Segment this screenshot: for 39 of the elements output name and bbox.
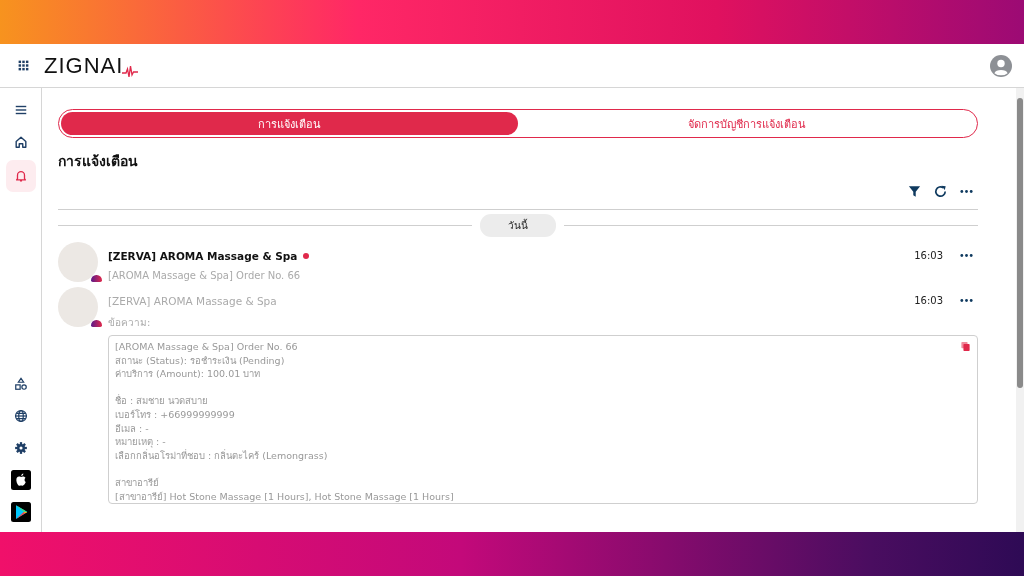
refresh-icon[interactable] bbox=[933, 184, 948, 199]
message-line: เบอร์โทร : +66999999999 bbox=[115, 407, 235, 422]
copy-icon[interactable] bbox=[960, 341, 971, 352]
settings-icon[interactable] bbox=[13, 441, 28, 455]
logo: ZIGNAI bbox=[44, 54, 124, 77]
user-avatar-icon[interactable] bbox=[990, 54, 1012, 77]
notification-time: 16:03 bbox=[914, 250, 943, 261]
message-line: [สาขาอารีย์] Hot Stone Massage [1 Hours], Hot Stone Massage [1 Hours] bbox=[115, 489, 454, 504]
apps-icon[interactable] bbox=[17, 59, 30, 72]
message-line: เลือกกลิ่นอโรม่าที่ชอบ : กลิ่นตะไคร้ (Lemongrass) bbox=[115, 448, 328, 463]
date-label: วันนี้ bbox=[480, 214, 556, 237]
tab[interactable]: จัดการบัญชีการแจ้งเตือน bbox=[518, 112, 975, 135]
filter-icon[interactable] bbox=[907, 184, 922, 199]
apple-icon[interactable] bbox=[10, 470, 31, 490]
app-badge-icon bbox=[91, 320, 102, 327]
scrollbar[interactable] bbox=[1016, 88, 1024, 532]
shapes-icon[interactable] bbox=[13, 377, 28, 391]
page-title: การแจ้งเตือน bbox=[58, 152, 139, 171]
notification-title: [ZERVA] AROMA Massage & Spa bbox=[108, 294, 277, 307]
bell-icon bbox=[13, 169, 28, 183]
notification-preview: [AROMA Massage & Spa] Order No. 66 bbox=[108, 270, 302, 281]
play-store-icon[interactable] bbox=[10, 502, 31, 522]
home-icon bbox=[13, 135, 28, 149]
message-line: หมายเหตุ : - bbox=[115, 435, 166, 449]
notification-row[interactable]: [ZERVA] AROMA Massage & Spa 16:03 [AROMA Massage & Spa] Order No. 66 bbox=[58, 242, 978, 282]
notification-title: [ZERVA] AROMA Massage & Spa bbox=[108, 249, 298, 262]
message-line: ชื่อ : สมชาย นวดสบาย bbox=[115, 394, 209, 408]
message-line: อีเมล : - bbox=[115, 421, 149, 436]
app-badge-icon bbox=[91, 275, 102, 282]
message-line: สาขาอารีย์ bbox=[115, 475, 159, 490]
message-label: ข้อความ: bbox=[108, 316, 152, 330]
unread-dot bbox=[303, 252, 310, 259]
notification-time: 16:03 bbox=[914, 295, 943, 306]
tab[interactable]: การแจ้งเตือน bbox=[61, 112, 518, 135]
globe-icon[interactable] bbox=[13, 409, 28, 423]
message-line: ค่าบริการ (Amount): 100.01 บาท bbox=[115, 367, 261, 381]
message-line: สถานะ (Status): รอชำระเงิน (Pending) bbox=[115, 353, 285, 368]
menu-icon bbox=[13, 103, 28, 117]
message-line: [AROMA Massage & Spa] Order No. 66 bbox=[115, 340, 298, 354]
